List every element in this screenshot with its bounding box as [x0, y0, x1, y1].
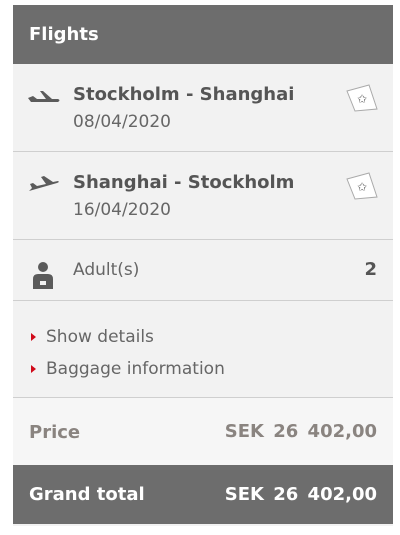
plane-arrival-icon [29, 176, 59, 191]
caret-right-icon [31, 333, 36, 341]
svg-text:✩: ✩ [357, 180, 367, 194]
show-details-link[interactable]: Show details [13, 321, 393, 353]
price-value: SEK 26 402,00 [224, 421, 377, 442]
flight-date: 16/04/2020 [73, 200, 171, 220]
flight-row-return: Shanghai - Stockholm 16/04/2020 ✩ [13, 152, 393, 240]
flights-title: Flights [29, 24, 99, 45]
person-icon [33, 262, 53, 289]
baggage-information-link[interactable]: Baggage information [13, 353, 393, 385]
details-links: Show details Baggage information [13, 301, 393, 397]
star-alliance-tag-icon: ✩ [346, 84, 378, 112]
caret-right-icon [31, 365, 36, 373]
passenger-type-label: Adult(s) [73, 260, 140, 280]
flight-row-outbound: Stockholm - Shanghai 08/04/2020 ✩ [13, 64, 393, 152]
flight-date: 08/04/2020 [73, 112, 171, 132]
price-row: Price SEK 26 402,00 [13, 397, 393, 465]
flight-route: Stockholm - Shanghai [73, 84, 295, 105]
grand-total-label: Grand total [29, 484, 145, 505]
star-alliance-tag-icon: ✩ [346, 172, 378, 200]
grand-total-value: SEK 26 402,00 [224, 484, 377, 505]
plane-departure-icon [28, 91, 60, 102]
passengers-row: Adult(s) 2 [13, 240, 393, 301]
price-label: Price [29, 422, 81, 443]
show-details-label: Show details [46, 327, 154, 347]
flights-header: Flights [13, 5, 393, 64]
passenger-count: 2 [364, 259, 377, 280]
svg-text:✩: ✩ [357, 92, 367, 106]
baggage-information-label: Baggage information [46, 359, 225, 379]
flight-summary-panel: Flights Stockholm - Shanghai 08/04/2020 … [13, 5, 393, 526]
flight-route: Shanghai - Stockholm [73, 172, 295, 193]
grand-total-row: Grand total SEK 26 402,00 [13, 465, 393, 524]
